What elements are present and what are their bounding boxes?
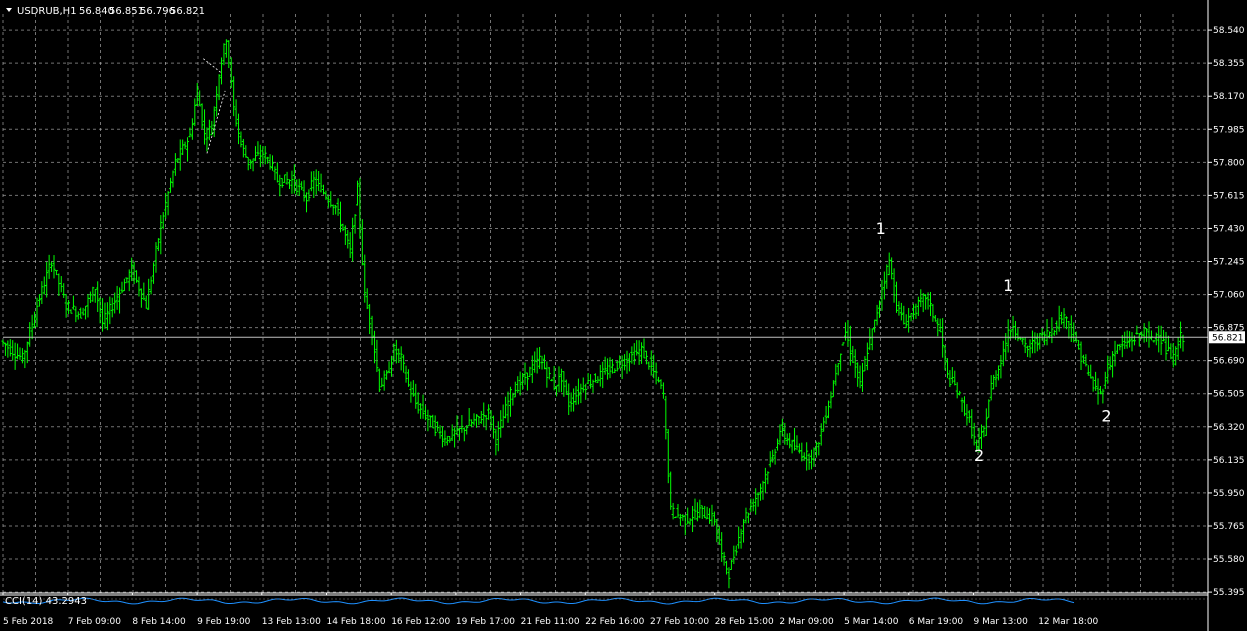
wave-label: 2: [974, 446, 984, 465]
price-tick-label: 58.170: [1213, 92, 1245, 102]
time-tick-label: 16 Feb 12:00: [391, 617, 450, 627]
symbol-label: USDRUB,H1: [17, 6, 77, 17]
time-tick-label: 12 Mar 18:00: [1038, 617, 1098, 627]
time-tick-label: 8 Feb 14:00: [132, 617, 186, 627]
price-tick-label: 58.355: [1213, 59, 1245, 69]
indicator-background: [0, 595, 1208, 608]
current-price-tag: 56.821: [1209, 331, 1245, 344]
price-tick-label: 56.320: [1213, 423, 1245, 433]
price-tick-label: 55.580: [1213, 555, 1245, 565]
time-tick-label: 19 Feb 17:00: [456, 617, 515, 627]
chart-header: USDRUB,H1 56.840 56.851 56.796 56.821: [6, 6, 205, 17]
price-tick-label: 57.615: [1213, 191, 1245, 201]
time-tick-label: 5 Feb 2018: [3, 617, 54, 627]
time-tick-label: 21 Feb 11:00: [521, 617, 580, 627]
time-tick-label: 7 Feb 09:00: [68, 617, 122, 627]
indicator-label: CCI(14) 43.2943: [5, 596, 87, 607]
time-tick-label: 13 Feb 13:00: [262, 617, 321, 627]
price-tick-label: 57.985: [1213, 125, 1245, 135]
time-tick-label: 22 Feb 16:00: [585, 617, 644, 627]
price-tick-label: 58.540: [1213, 26, 1245, 36]
price-tick-label: 56.505: [1213, 390, 1245, 400]
time-tick-label: 14 Feb 18:00: [327, 617, 386, 627]
price-tick-label: 55.395: [1213, 588, 1245, 598]
ohlc-close: 56.821: [170, 6, 205, 17]
price-tick-label: 57.800: [1213, 158, 1245, 168]
wave-label: 2: [1101, 406, 1111, 425]
price-tick-label: 57.060: [1213, 291, 1245, 301]
price-tick-label: 55.765: [1213, 522, 1245, 532]
chart-background: [0, 0, 1247, 631]
price-tick-label: 57.430: [1213, 224, 1245, 234]
time-tick-label: 9 Mar 13:00: [974, 617, 1029, 627]
time-tick-label: 5 Mar 14:00: [844, 617, 899, 627]
wave-label: 1: [1003, 276, 1013, 295]
time-tick-label: 6 Mar 19:00: [909, 617, 964, 627]
time-tick-label: 28 Feb 15:00: [715, 617, 774, 627]
price-chart[interactable]: 1 1 2 2 58.540 58.355 58.170 57.985 57.800 57.61…: [0, 0, 1247, 631]
indicator-panel: CCI(14) 43.2943: [0, 594, 1208, 608]
price-tick-label: 56.135: [1213, 456, 1245, 466]
wave-label: 1: [876, 219, 886, 238]
time-tick-label: 2 Mar 09:00: [779, 617, 834, 627]
ohlc-high: 56.851: [109, 6, 144, 17]
current-price-label: 56.821: [1212, 333, 1244, 343]
time-tick-label: 27 Feb 10:00: [650, 617, 709, 627]
time-tick-label: 9 Feb 19:00: [197, 617, 251, 627]
price-tick-label: 55.950: [1213, 489, 1245, 499]
price-tick-label: 56.690: [1213, 357, 1245, 367]
price-tick-label: 57.245: [1213, 258, 1245, 268]
